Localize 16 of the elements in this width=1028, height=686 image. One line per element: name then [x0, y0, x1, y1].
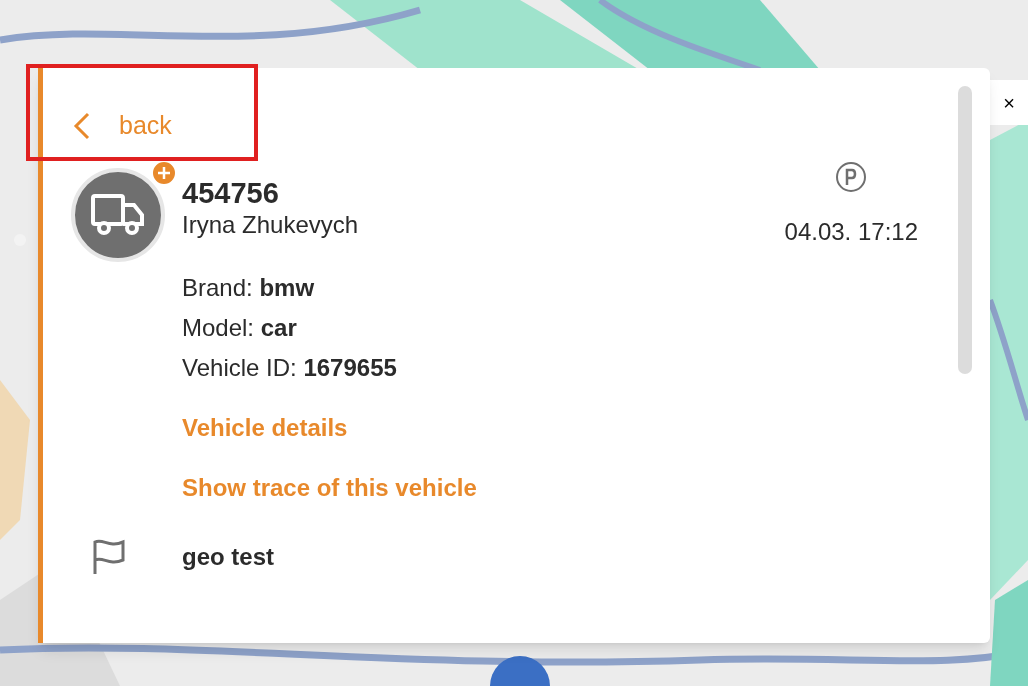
- geofence-name: geo test: [182, 542, 274, 572]
- truck-icon: [90, 193, 146, 237]
- vehicle-number: 454756: [182, 176, 279, 210]
- detail-line: Vehicle ID: 1679655: [182, 354, 397, 382]
- vehicle-link[interactable]: Vehicle details: [182, 414, 348, 442]
- driver-name: Iryna Zhukevych: [182, 210, 359, 240]
- plus-badge-icon: [151, 160, 177, 186]
- timestamp: 04.03. 17:12: [784, 217, 918, 247]
- detail-line: Model: car: [182, 314, 297, 342]
- parking-icon: [834, 160, 869, 194]
- back-link[interactable]: back: [71, 106, 172, 146]
- chevron-left-icon: [71, 111, 91, 141]
- flag-icon: [91, 538, 127, 576]
- close-button[interactable]: ×: [990, 80, 1028, 125]
- vehicle-link[interactable]: Show trace of this vehicle: [182, 474, 477, 502]
- detail-line: Brand: bmw: [182, 274, 315, 302]
